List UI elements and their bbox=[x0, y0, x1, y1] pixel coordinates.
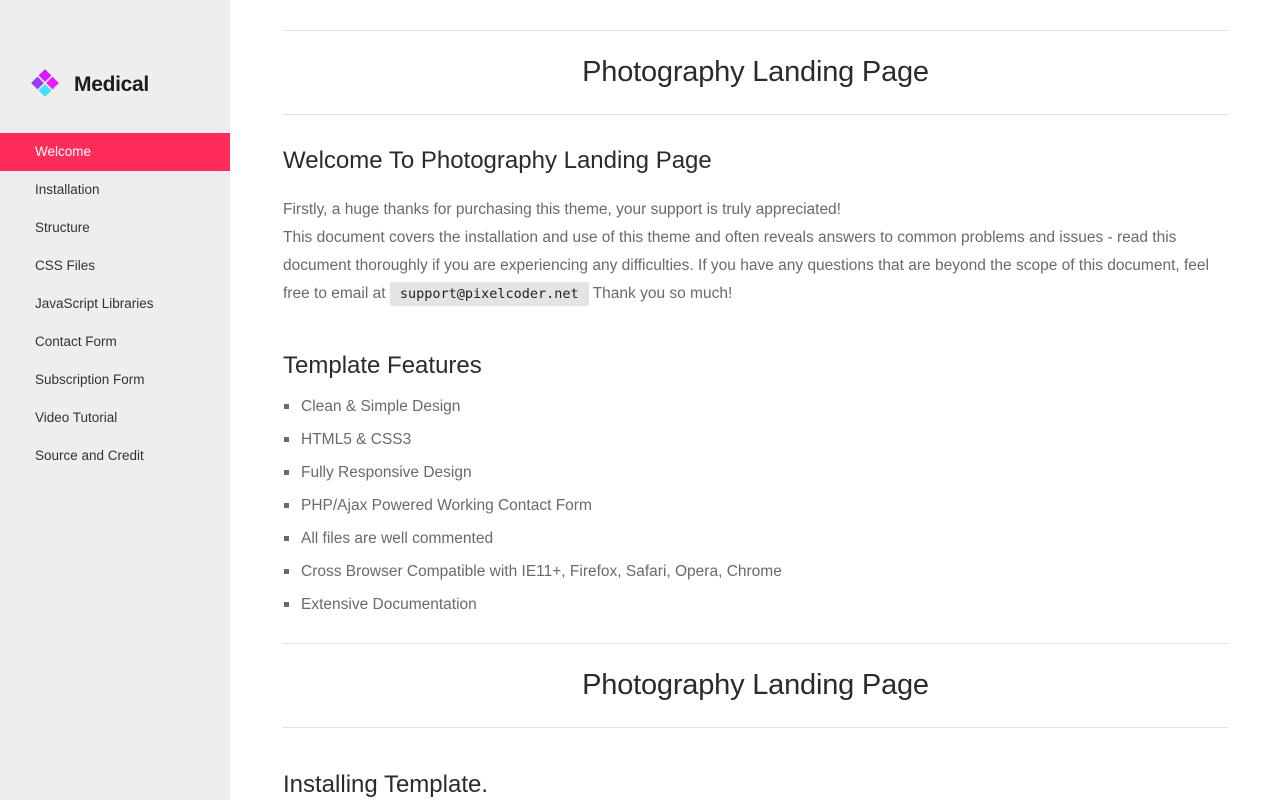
feature-label: Clean & Simple Design bbox=[301, 398, 461, 415]
feature-label: Fully Responsive Design bbox=[301, 464, 472, 481]
feature-item: Fully Responsive Design bbox=[283, 456, 782, 489]
intro-thanks-closing: Thank you so much! bbox=[592, 285, 733, 302]
intro-thanks: Firstly, a huge thanks for purchasing th… bbox=[283, 201, 841, 218]
feature-item: Extensive Documentation bbox=[283, 588, 782, 621]
sidebar-item-css-files[interactable]: CSS Files bbox=[0, 247, 230, 285]
brand-name: Medical bbox=[74, 73, 149, 96]
bullet-icon bbox=[284, 536, 289, 541]
sidebar-item-installation[interactable]: Installation bbox=[0, 171, 230, 209]
page-header-installation: Photography Landing Page bbox=[283, 643, 1228, 728]
sidebar-item-contact-form[interactable]: Contact Form bbox=[0, 323, 230, 361]
sidebar-item-source-and-credit[interactable]: Source and Credit bbox=[0, 437, 230, 475]
feature-label: PHP/Ajax Powered Working Contact Form bbox=[301, 497, 592, 514]
welcome-heading: Welcome To Photography Landing Page bbox=[283, 147, 712, 174]
installing-heading: Installing Template. bbox=[283, 771, 489, 798]
feature-item: PHP/Ajax Powered Working Contact Form bbox=[283, 489, 782, 522]
sidebar-item-welcome[interactable]: Welcome bbox=[0, 133, 230, 171]
sidebar-item-javascript-libraries[interactable]: JavaScript Libraries bbox=[0, 285, 230, 323]
bullet-icon bbox=[284, 602, 289, 607]
bullet-icon bbox=[284, 569, 289, 574]
feature-item: HTML5 & CSS3 bbox=[283, 423, 782, 456]
feature-label: Cross Browser Compatible with IE11+, Fir… bbox=[301, 563, 782, 580]
bullet-icon bbox=[284, 503, 289, 508]
features-heading: Template Features bbox=[283, 352, 482, 379]
feature-item: Clean & Simple Design bbox=[283, 390, 782, 423]
bullet-icon bbox=[284, 404, 289, 409]
main-content: Photography Landing Page Welcome To Phot… bbox=[283, 0, 1228, 800]
sidebar-nav: Welcome Installation Structure CSS Files… bbox=[0, 133, 230, 475]
intro-text: Firstly, a huge thanks for purchasing th… bbox=[283, 196, 1228, 308]
intro-description: This document covers the installation an… bbox=[283, 224, 1228, 308]
sidebar-item-structure[interactable]: Structure bbox=[0, 209, 230, 247]
sidebar: Medical Welcome Installation Structure C… bbox=[0, 0, 230, 800]
feature-item: Cross Browser Compatible with IE11+, Fir… bbox=[283, 555, 782, 588]
page-title: Photography Landing Page bbox=[582, 56, 929, 88]
page-header: Photography Landing Page bbox=[283, 30, 1228, 115]
feature-label: HTML5 & CSS3 bbox=[301, 431, 412, 448]
features-list: Clean & Simple Design HTML5 & CSS3 Fully… bbox=[283, 390, 782, 621]
bullet-icon bbox=[284, 470, 289, 475]
feature-label: All files are well commented bbox=[301, 530, 494, 547]
sidebar-item-subscription-form[interactable]: Subscription Form bbox=[0, 361, 230, 399]
sidebar-item-video-tutorial[interactable]: Video Tutorial bbox=[0, 399, 230, 437]
medical-logo-icon bbox=[31, 69, 59, 97]
feature-label: Extensive Documentation bbox=[301, 596, 477, 613]
page-title-installation: Photography Landing Page bbox=[582, 669, 929, 701]
bullet-icon bbox=[284, 437, 289, 442]
feature-item: All files are well commented bbox=[283, 522, 782, 555]
brand[interactable]: Medical bbox=[30, 68, 149, 102]
support-email[interactable]: support@pixelcoder.net bbox=[389, 282, 589, 306]
